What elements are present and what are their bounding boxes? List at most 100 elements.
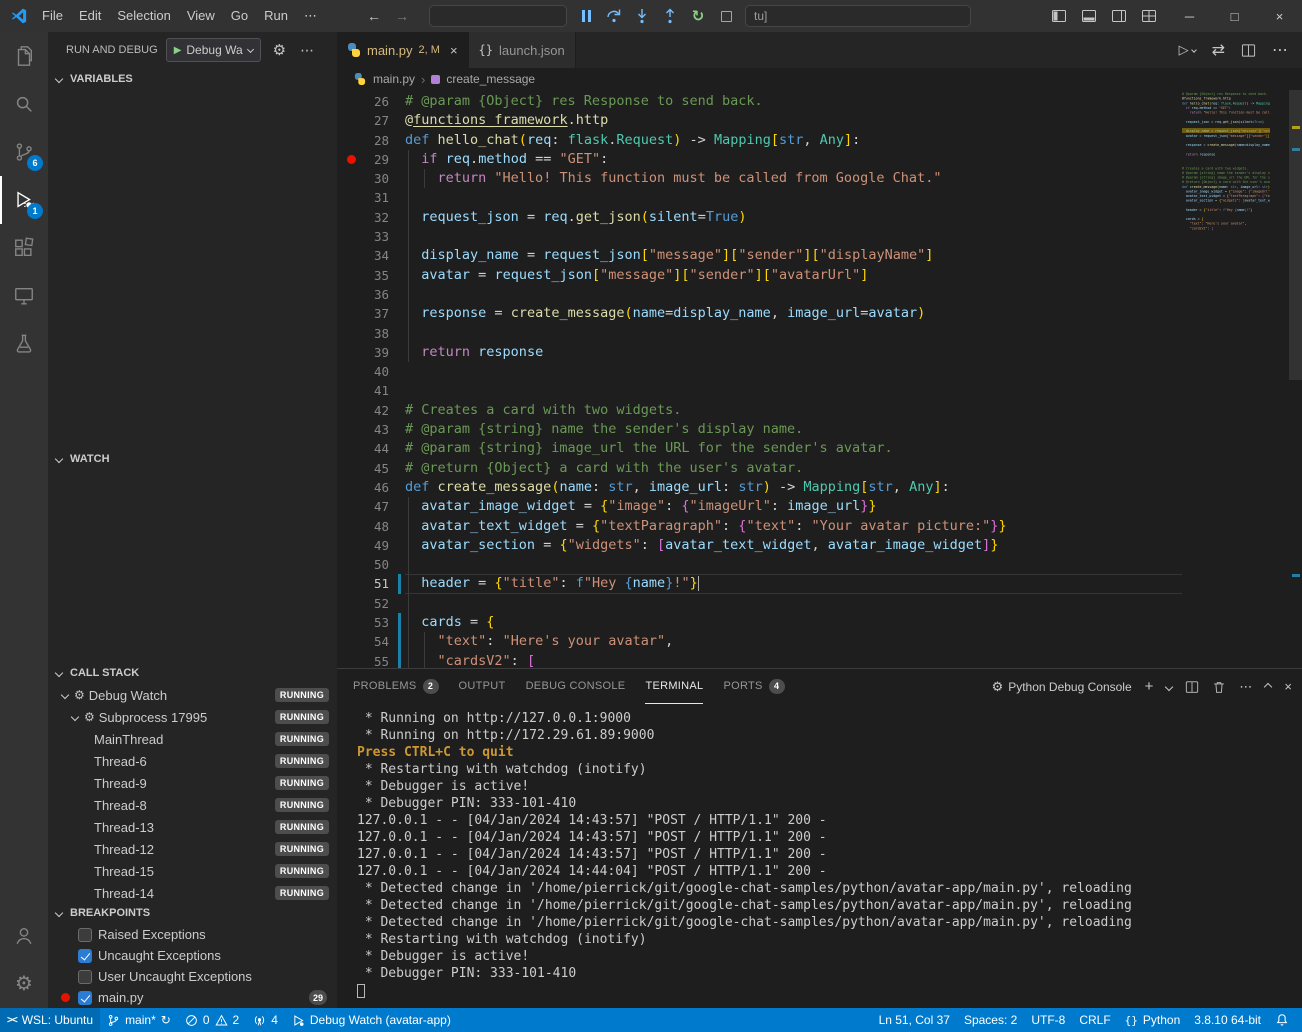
kill-terminal-icon[interactable] (1212, 680, 1226, 694)
language-indicator[interactable]: {} Python (1118, 1008, 1188, 1032)
breakpoint-checkbox[interactable] (78, 949, 92, 963)
panel-tab-debug-console[interactable]: DEBUG CONSOLE (526, 669, 626, 704)
code-line[interactable]: 35 avatar = request_json["message"]["sen… (337, 266, 1182, 285)
breakpoint-checkbox[interactable] (78, 991, 92, 1005)
call-stack-row[interactable]: Thread-13RUNNING (48, 816, 337, 838)
step-out-button[interactable] (661, 7, 679, 25)
panel-tab-problems[interactable]: PROBLEMS2 (353, 669, 439, 704)
debug-session-indicator[interactable]: Debug Watch (avatar-app) (285, 1008, 458, 1032)
watch-header[interactable]: WATCH (48, 448, 337, 470)
toggle-secondary-sidebar-icon[interactable] (1111, 8, 1127, 24)
minimap[interactable]: # @param {Object} res Response to send b… (1182, 90, 1270, 668)
code-line[interactable]: 52 (337, 594, 1182, 613)
code-lines[interactable]: 26# @param {Object} res Response to send… (337, 90, 1182, 668)
activity-accounts[interactable] (0, 912, 48, 960)
variables-header[interactable]: VARIABLES (48, 68, 337, 90)
menu-selection[interactable]: Selection (109, 0, 178, 32)
editor-more-actions-button[interactable]: ⋯ (1272, 40, 1288, 60)
code-line[interactable]: 39 return response (337, 343, 1182, 362)
menu-file[interactable]: File (34, 0, 71, 32)
code-line[interactable]: 41 (337, 381, 1182, 400)
code-line[interactable]: 50 (337, 555, 1182, 574)
breakpoints-header[interactable]: BREAKPOINTS (48, 902, 337, 924)
code-line[interactable]: 42# Creates a card with two widgets. (337, 401, 1182, 420)
code-line[interactable]: 55 "cardsV2": [ (337, 652, 1182, 668)
terminal-output[interactable]: * Running on http://127.0.0.1:9000 * Run… (337, 704, 1302, 1008)
close-tab-icon[interactable]: × (450, 43, 458, 58)
activity-run-and-debug[interactable]: 1 (0, 176, 48, 224)
code-line[interactable]: 40 (337, 362, 1182, 381)
code-line[interactable]: 30 return "Hello! This function must be … (337, 169, 1182, 188)
call-stack-row[interactable]: Thread-15RUNNING (48, 860, 337, 882)
open-changes-button[interactable]: ⇄ (1212, 40, 1225, 60)
code-line[interactable]: 43# @param {string} name the sender's di… (337, 420, 1182, 439)
scrollbar-slider[interactable] (1289, 90, 1302, 380)
code-line[interactable]: 49 avatar_section = {"widgets": [avatar_… (337, 536, 1182, 555)
window-title[interactable]: tu] (745, 5, 971, 27)
customize-layout-icon[interactable] (1141, 8, 1157, 24)
debug-config-dropdown[interactable]: ▶ Debug Wa (166, 38, 261, 62)
breakpoint-checkbox[interactable] (78, 928, 92, 942)
breakpoint-row[interactable]: Uncaught Exceptions (48, 945, 337, 966)
menu-view[interactable]: View (179, 0, 223, 32)
panel-tab-output[interactable]: OUTPUT (459, 669, 506, 704)
panel-more-actions-button[interactable]: ⋯ (1239, 679, 1252, 695)
code-line[interactable]: 51 header = {"title": f"Hey {name}!"} (337, 574, 1182, 593)
breakpoint-row[interactable]: Raised Exceptions (48, 924, 337, 945)
close-panel-icon[interactable]: × (1284, 679, 1292, 694)
restart-button[interactable]: ↻ (689, 7, 707, 25)
breakpoint-row[interactable]: main.py29 (48, 987, 337, 1008)
maximize-panel-icon[interactable] (1264, 682, 1272, 690)
sidebar-more-icon[interactable]: ⋯ (300, 42, 314, 59)
indentation-indicator[interactable]: Spaces: 2 (957, 1008, 1024, 1032)
call-stack-row[interactable]: Thread-9RUNNING (48, 772, 337, 794)
call-stack-row[interactable]: Thread-6RUNNING (48, 750, 337, 772)
breadcrumb-file[interactable]: main.py (373, 72, 415, 86)
code-line[interactable]: 26# @param {Object} res Response to send… (337, 92, 1182, 111)
activity-extensions[interactable] (0, 224, 48, 272)
minimize-button[interactable]: ─ (1167, 0, 1212, 32)
code-line[interactable]: 37 response = create_message(name=displa… (337, 304, 1182, 323)
cursor-position[interactable]: Ln 51, Col 37 (872, 1008, 957, 1032)
start-debug-icon[interactable]: ▶ (174, 45, 182, 56)
remote-indicator[interactable]: >< WSL: Ubuntu (0, 1008, 100, 1032)
split-editor-button[interactable] (1241, 43, 1256, 58)
command-center[interactable] (429, 5, 567, 27)
maximize-button[interactable]: □ (1212, 0, 1257, 32)
menu-run[interactable]: Run (256, 0, 296, 32)
tab-launch-json[interactable]: {} launch.json (469, 32, 576, 68)
code-line[interactable]: 44# @param {string} image_url the URL fo… (337, 439, 1182, 458)
call-stack-row[interactable]: Thread-14RUNNING (48, 882, 337, 902)
activity-search[interactable] (0, 80, 48, 128)
activity-testing[interactable] (0, 320, 48, 368)
code-line[interactable]: 47 avatar_image_widget = {"image": {"ima… (337, 497, 1182, 516)
encoding-indicator[interactable]: UTF-8 (1024, 1008, 1072, 1032)
overview-ruler[interactable] (1270, 90, 1302, 668)
menu-edit[interactable]: Edit (71, 0, 109, 32)
call-stack-row[interactable]: MainThreadRUNNING (48, 728, 337, 750)
breakpoint-row[interactable]: User Uncaught Exceptions (48, 966, 337, 987)
forward-icon[interactable]: → (395, 8, 409, 24)
split-terminal-button[interactable] (1185, 680, 1199, 694)
toggle-panel-icon[interactable] (1081, 8, 1097, 24)
code-line[interactable]: 29 if req.method == "GET": (337, 150, 1182, 169)
problems-indicator[interactable]: 0 2 (178, 1008, 246, 1032)
run-python-file-button[interactable]: ▷ (1179, 42, 1196, 58)
terminal-dropdown-icon[interactable] (1165, 682, 1173, 690)
branch-indicator[interactable]: main* ↻ (100, 1008, 178, 1032)
call-stack-row[interactable]: Thread-12RUNNING (48, 838, 337, 860)
code-line[interactable]: 38 (337, 324, 1182, 343)
step-into-button[interactable] (633, 7, 651, 25)
breadcrumb-symbol[interactable]: create_message (446, 72, 535, 86)
call-stack-header[interactable]: CALL STACK (48, 662, 337, 684)
new-terminal-button[interactable]: + (1145, 678, 1154, 695)
back-icon[interactable]: ← (367, 8, 381, 24)
debug-settings-gear-icon[interactable]: ⚙ (273, 41, 286, 59)
code-line[interactable]: 53 cards = { (337, 613, 1182, 632)
code-line[interactable]: 32 request_json = req.get_json(silent=Tr… (337, 208, 1182, 227)
ports-indicator[interactable]: 4 (246, 1008, 285, 1032)
code-line[interactable]: 28def hello_chat(req: flask.Request) -> … (337, 131, 1182, 150)
menu-go[interactable]: Go (223, 0, 256, 32)
activity-source-control[interactable]: 6 (0, 128, 48, 176)
notifications-bell[interactable] (1268, 1008, 1296, 1032)
